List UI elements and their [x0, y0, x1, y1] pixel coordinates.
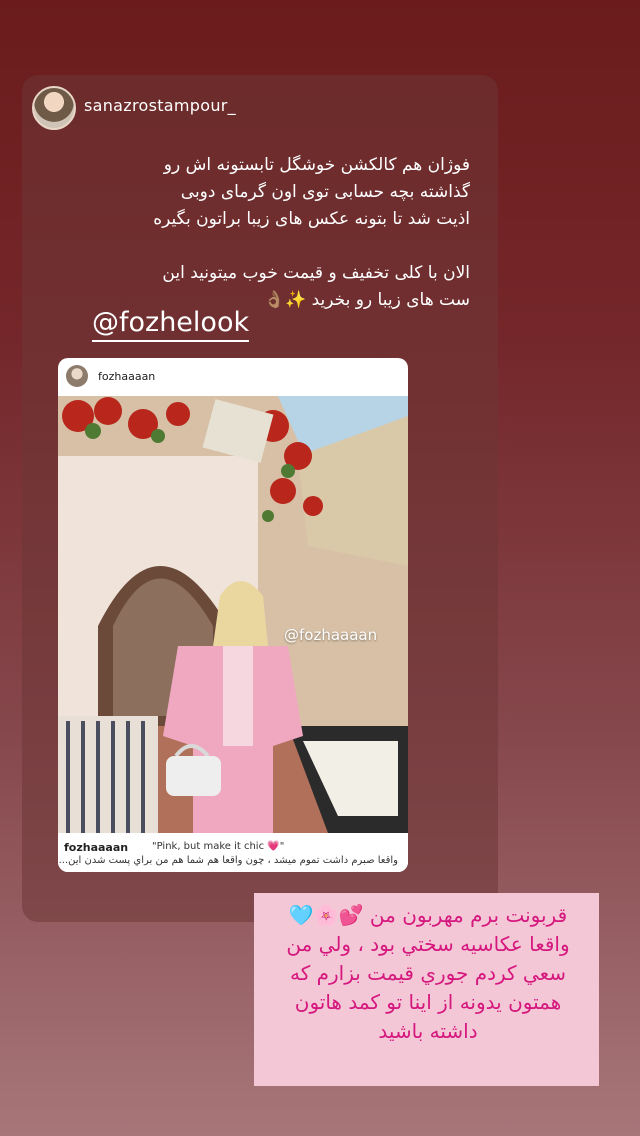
post-photo-art — [58, 396, 408, 833]
pink-note-text: قربونت برم مهربون من 💕🌸🩵 واقعا عكاسيه سخ… — [270, 901, 586, 1046]
post-header: fozhaaaan — [58, 358, 408, 396]
footer-caption-second: واقعا صبرم داشت تموم میشد ، چون واقعا هم… — [58, 855, 398, 866]
post-photo[interactable]: @fozhaaaan — [58, 396, 408, 833]
footer-caption: "Pink, but make it chic 💗" — [152, 841, 285, 852]
pink-note-line: سعي كردم جوري قيمت بزارم كه — [290, 961, 566, 985]
photo-tag[interactable]: @fozhaaaan — [284, 626, 377, 644]
footer-username[interactable]: fozhaaaan — [64, 841, 128, 854]
caption-line: گذاشته بچه حسابی توی اون گرمای دوبی — [180, 182, 470, 202]
post-footer: fozhaaaan "Pink, but make it chic 💗" واق… — [58, 834, 408, 872]
caption-line: اذیت شد تا بتونه عکس های زیبا براتون بگی… — [153, 209, 470, 229]
caption-line — [150, 233, 470, 260]
caption-line: الان با کلی تخفیف و قیمت خوب میتونید این — [162, 263, 470, 283]
shared-post[interactable]: fozhaaaan @fozhaaaan fozhaaaan "Pink, bu… — [58, 358, 408, 872]
mention-sticker[interactable]: @fozhelook — [92, 307, 250, 342]
pink-note-line: قربونت برم مهربون من 💕🌸🩵 — [288, 903, 568, 927]
story-username[interactable]: sanazrostampour_ — [84, 96, 236, 115]
story-caption: فوژان هم کالکشن خوشگل تابستونه اش رو گذا… — [150, 152, 470, 314]
pink-note-line: داشته باشيد — [378, 1019, 478, 1043]
pink-note-box: قربونت برم مهربون من 💕🌸🩵 واقعا عكاسيه سخ… — [254, 893, 599, 1086]
pink-note-line: واقعا عكاسيه سختي بود ، ولي من — [286, 932, 570, 956]
caption-line: فوژان هم کالکشن خوشگل تابستونه اش رو — [163, 155, 470, 175]
avatar[interactable] — [32, 86, 76, 130]
pink-note-line: همتون يدونه از اينا تو كمد هاتون — [294, 990, 562, 1014]
post-avatar[interactable] — [66, 365, 88, 387]
post-username[interactable]: fozhaaaan — [98, 370, 155, 383]
